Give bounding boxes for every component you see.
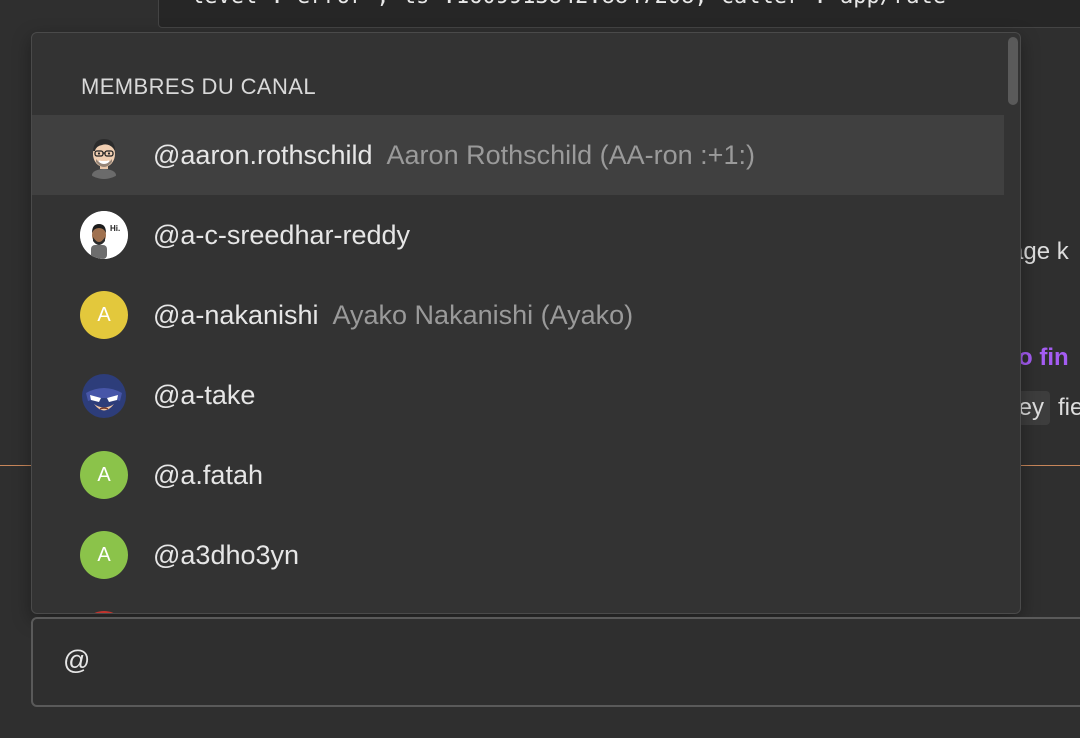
member-fullname: Aaron Rothschild (AA-ron :+1:) (386, 139, 755, 170)
chat-view: level : error , ts :1609913842.8847208, … (0, 0, 1080, 738)
member-username-text: @a3dho3yn (153, 539, 300, 570)
member-username-text: @a.fatah (153, 459, 263, 490)
message-input[interactable]: @ (31, 617, 1080, 707)
member-username-text: @a-c-sreedhar-reddy (153, 219, 411, 250)
message-input-value: @ (63, 645, 91, 675)
popup-scrollbar[interactable] (1008, 37, 1018, 105)
member-username: @a3dho3yn (153, 540, 299, 571)
member-username-text: @a-take (153, 379, 256, 410)
member-item-a-take[interactable]: @a-take (32, 355, 1004, 435)
member-username: @a-nakanishi Ayako Nakanishi (Ayako) (153, 300, 633, 331)
letter-avatar: A (80, 451, 128, 499)
code-line: level : error , ts :1609913842.8847208, … (191, 0, 946, 9)
member-fullname: Ayako Nakanishi (Ayako) (332, 299, 634, 330)
mention-autocomplete-popup: MEMBRES DU CANAL @aaron.rothschild Aaron… (31, 32, 1021, 614)
message-link-fragment[interactable]: o fin (1018, 344, 1069, 372)
message-text-fragment: fie (1058, 394, 1080, 421)
masked-hero-icon (80, 371, 128, 419)
bitmoji-hi-icon: Hi. (80, 211, 128, 259)
member-item-a-nakanishi[interactable]: A @a-nakanishi Ayako Nakanishi (Ayako) (32, 275, 1004, 355)
member-item-aaron-rothschild[interactable]: @aaron.rothschild Aaron Rothschild (AA-ro… (32, 115, 1004, 195)
popup-section-header: MEMBRES DU CANAL (81, 74, 316, 99)
svg-text:Hi.: Hi. (110, 224, 120, 233)
member-item-a-c-sreedhar-reddy[interactable]: Hi. @a-c-sreedhar-reddy (32, 195, 1004, 275)
member-item-partial[interactable] (32, 595, 1004, 613)
member-username-text: @aaron.rothschild (153, 139, 373, 170)
member-username: @aaron.rothschild Aaron Rothschild (AA-ro… (153, 140, 755, 171)
member-username: @a-take (153, 380, 255, 411)
member-item-a-fatah[interactable]: A @a.fatah (32, 435, 1004, 515)
member-username-text: @a-nakanishi (153, 299, 319, 330)
letter-avatar: A (80, 291, 128, 339)
avatar (80, 611, 128, 613)
member-username: @a.fatah (153, 460, 263, 491)
member-username: @a-c-sreedhar-reddy (153, 220, 410, 251)
letter-avatar: A (80, 531, 128, 579)
bitmoji-man-icon (80, 131, 128, 179)
code-block: level : error , ts :1609913842.8847208, … (158, 0, 1080, 28)
member-item-a3dho3yn[interactable]: A @a3dho3yn (32, 515, 1004, 595)
member-list: @aaron.rothschild Aaron Rothschild (AA-ro… (32, 115, 1004, 613)
